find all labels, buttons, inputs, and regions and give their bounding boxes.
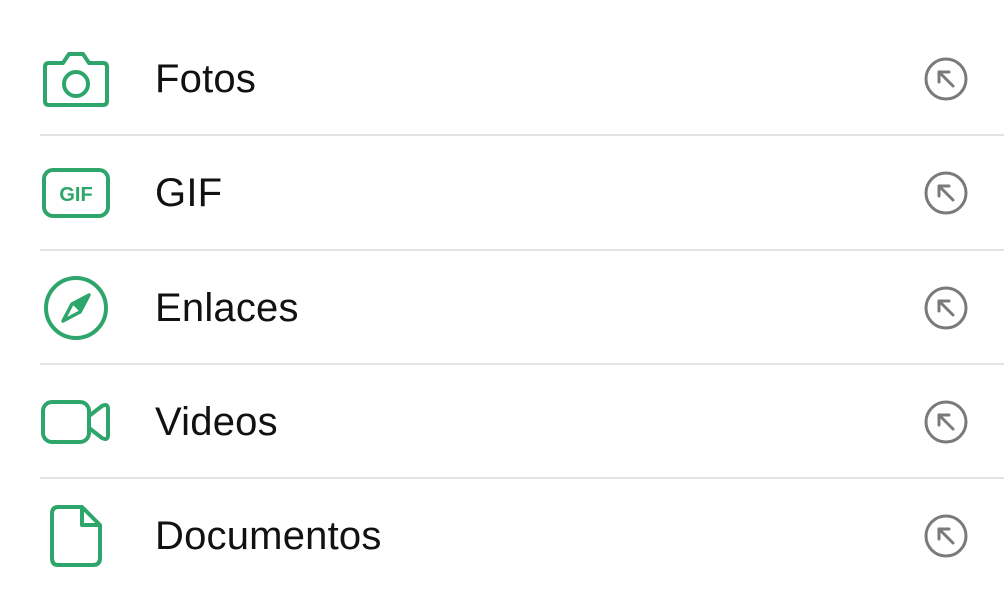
list-item-gif[interactable]: GIF GIF: [0, 136, 1004, 250]
svg-text:GIF: GIF: [59, 184, 92, 206]
list-item-label: Enlaces: [155, 285, 299, 330]
media-category-list: Fotos GIF GIF Enlaces Videos Documentos: [0, 0, 1004, 567]
open-arrow-icon[interactable]: [920, 282, 972, 334]
compass-icon: [40, 272, 112, 344]
open-arrow-icon[interactable]: [920, 167, 972, 219]
open-arrow-icon[interactable]: [920, 396, 972, 448]
video-camera-icon: [40, 386, 112, 458]
list-item-label: GIF: [155, 170, 223, 215]
list-item-fotos[interactable]: Fotos: [0, 22, 1004, 136]
list-item-label: Documentos: [155, 513, 382, 558]
list-item-videos[interactable]: Videos: [0, 365, 1004, 479]
list-item-enlaces[interactable]: Enlaces: [0, 251, 1004, 365]
list-item-documentos[interactable]: Documentos: [0, 479, 1004, 593]
document-icon: [40, 500, 112, 572]
open-arrow-icon[interactable]: [920, 53, 972, 105]
list-item-label: Videos: [155, 399, 278, 444]
gif-icon: GIF: [40, 157, 112, 229]
list-item-label: Fotos: [155, 56, 257, 101]
camera-icon: [40, 43, 112, 115]
open-arrow-icon[interactable]: [920, 510, 972, 562]
